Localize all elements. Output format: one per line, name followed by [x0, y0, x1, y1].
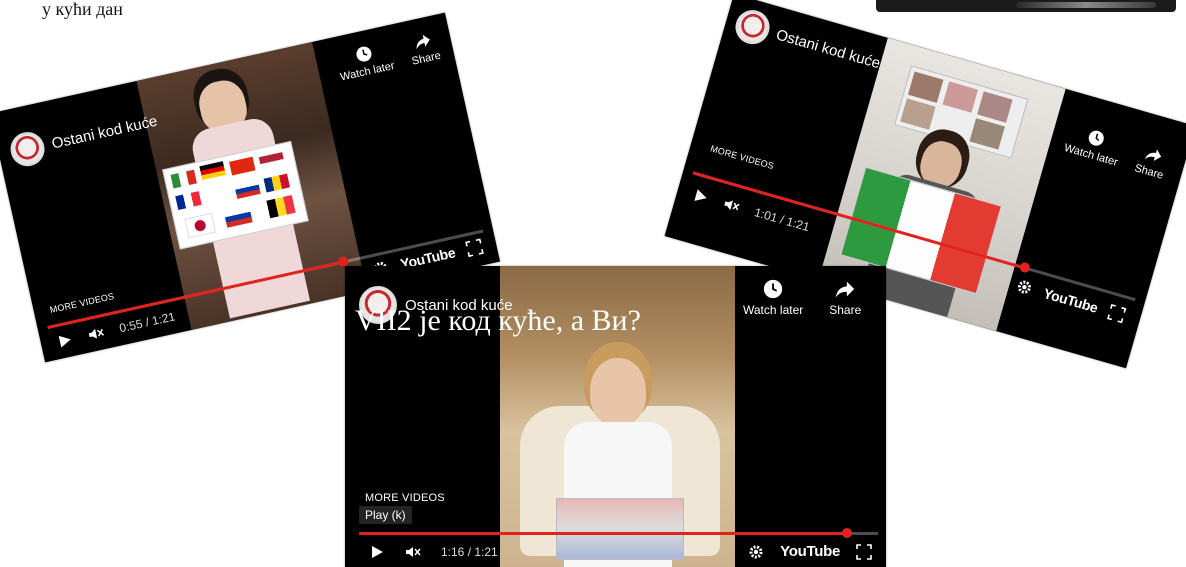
more-videos-link[interactable]: MORE VIDEOS	[49, 291, 115, 315]
watch-later-button[interactable]: Watch later	[743, 278, 803, 317]
channel-avatar[interactable]	[7, 128, 48, 170]
fullscreen-icon[interactable]	[465, 238, 484, 258]
play-icon[interactable]	[55, 331, 74, 350]
clock-icon	[1088, 130, 1104, 146]
clock-icon	[356, 46, 372, 62]
fullscreen-icon[interactable]	[856, 543, 872, 560]
fullscreen-icon[interactable]	[1107, 303, 1127, 324]
progress-scrubber[interactable]	[1018, 261, 1032, 274]
share-button[interactable]: Share	[406, 29, 442, 68]
play-tooltip: Play (k)	[359, 506, 412, 524]
time-display: 0:55 / 1:21	[118, 309, 177, 336]
video-frame-girl-flags	[136, 42, 368, 330]
top-actions: Watch later Share	[1063, 122, 1171, 182]
player-right-controls: YouTube	[1015, 277, 1127, 324]
progress-bar[interactable]	[359, 528, 878, 538]
cropped-image-corner	[876, 0, 1176, 12]
share-label: Share	[410, 49, 442, 68]
top-actions: Watch later Share	[743, 278, 861, 317]
video-header: Ostani kod kuće	[731, 6, 885, 80]
player-controls: 1:16 / 1:21	[369, 544, 498, 560]
share-button[interactable]: Share	[829, 278, 861, 317]
top-actions: Watch later Share	[335, 29, 442, 84]
share-arrow-icon	[416, 34, 430, 50]
mute-icon[interactable]	[405, 544, 421, 560]
time-display: 1:01 / 1:21	[752, 205, 812, 235]
settings-gear-icon[interactable]	[748, 544, 764, 560]
clock-icon	[763, 279, 783, 299]
video-player-center[interactable]: Ostani kod kuće VII2 је код куће, а Ви? …	[345, 266, 886, 567]
share-arrow-icon	[1144, 149, 1162, 161]
mute-icon[interactable]	[722, 195, 742, 215]
video-header: Ostani kod kuće	[7, 104, 160, 170]
more-videos-link[interactable]: MORE VIDEOS	[709, 143, 775, 171]
time-display: 1:16 / 1:21	[441, 545, 498, 559]
play-icon[interactable]	[691, 187, 711, 207]
mute-icon[interactable]	[87, 324, 106, 343]
watch-later-button[interactable]: Watch later	[335, 39, 396, 84]
share-label: Share	[829, 303, 862, 317]
watch-later-label: Watch later	[743, 303, 804, 317]
share-button[interactable]: Share	[1133, 142, 1170, 182]
overlay-caption: VII2 је код куће, а Ви?	[355, 304, 641, 337]
channel-avatar[interactable]	[731, 6, 774, 49]
youtube-logo[interactable]: YouTube	[780, 543, 840, 560]
player-right-controls: YouTube	[748, 543, 872, 560]
settings-gear-icon[interactable]	[1015, 277, 1035, 297]
play-icon[interactable]	[369, 544, 385, 560]
watch-later-button[interactable]: Watch later	[1063, 122, 1125, 169]
youtube-logo[interactable]: YouTube	[1042, 285, 1100, 316]
share-arrow-icon	[836, 281, 855, 298]
player-controls: 0:55 / 1:21	[55, 308, 176, 350]
watch-later-label: Watch later	[339, 59, 396, 84]
more-videos-link[interactable]: MORE VIDEOS	[365, 492, 445, 504]
progress-fill	[359, 532, 847, 535]
video-title[interactable]: Ostani kod kuće	[774, 26, 882, 72]
document-text-fragment: у кући дан	[42, 0, 123, 19]
progress-scrubber[interactable]	[841, 528, 852, 538]
video-title[interactable]: Ostani kod kuće	[50, 112, 159, 152]
player-controls: 1:01 / 1:21	[691, 187, 811, 236]
